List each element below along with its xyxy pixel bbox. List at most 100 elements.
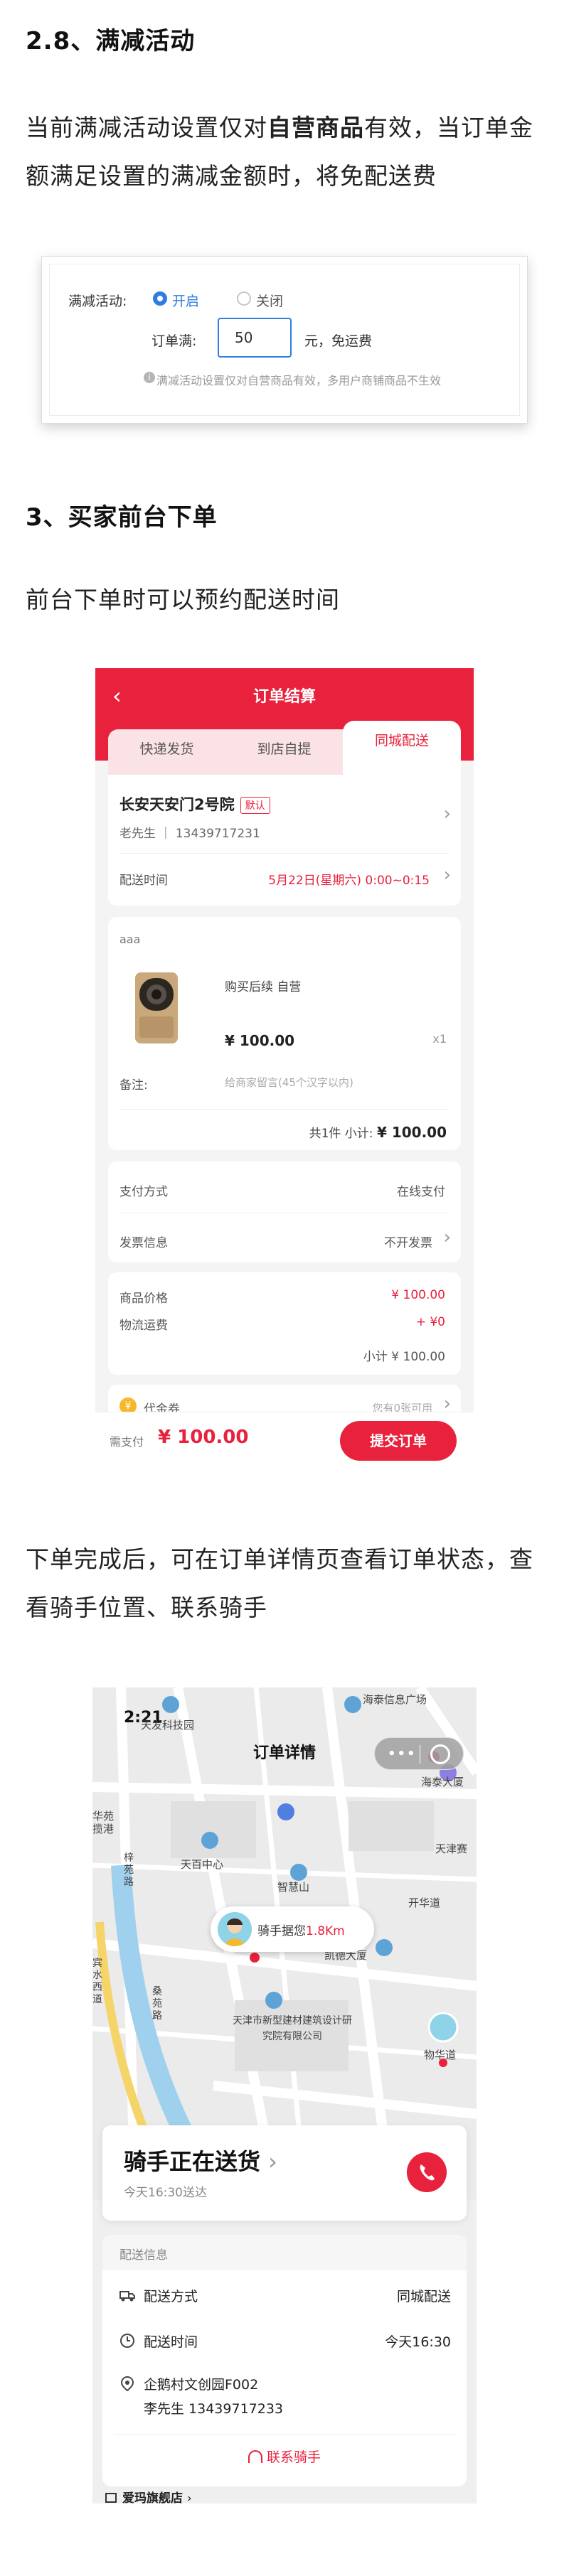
chevron-right-icon: ›: [443, 1227, 451, 1248]
delivery-address: 企鹅村文创园F002: [144, 2377, 259, 2393]
checkout-title: 订单结算: [252, 688, 316, 706]
contact-line: 老先生 ｜ 13439717231: [119, 827, 260, 841]
info-icon: i: [144, 372, 155, 383]
store-icon: [105, 2493, 117, 2503]
settings-panel: 满减活动: 开启 关闭 订单满: 50 元，免运费 i 满减活动设置仅对自营商品…: [49, 264, 520, 416]
section-title-buyer-order: 3、买家前台下单: [26, 503, 218, 532]
invoice-value[interactable]: 不开发票: [384, 1233, 432, 1250]
map-label: 宾水西道: [92, 1958, 102, 2005]
pay-amount: ¥ 100.00: [158, 1427, 249, 1448]
product-image[interactable]: [125, 967, 188, 1048]
default-tag: 默认: [240, 797, 270, 814]
headset-icon: [248, 2450, 262, 2463]
delivery-time-value[interactable]: 5月22日(星期六) 0:00~0:15: [268, 870, 430, 888]
radio-off[interactable]: [237, 291, 251, 306]
goods-price-label: 商品价格: [119, 1292, 168, 1306]
checkout-screenshot: ‹ 订单结算 快递发货 到店自提 同城配送 长安天安门2号院 默认 老先生 ｜ 1…: [95, 668, 474, 1469]
invoice-label: 发票信息: [119, 1236, 168, 1250]
delivery-method-label: 配送方式: [144, 2289, 198, 2304]
shop-link[interactable]: 爱玛旗舰店 ›: [105, 2488, 192, 2503]
shipping-label: 物流运费: [119, 1319, 168, 1333]
shipping-value: + ¥0: [415, 1315, 445, 1329]
map-label: 桑苑路: [152, 1986, 162, 2022]
delivery-info-card: 配送信息 配送方式 同城配送 配送时间 今天16:30 企鹅村文创园F002 李…: [102, 2235, 467, 2486]
location-pin-icon: [120, 2376, 134, 2391]
map-label: 物华道: [424, 2049, 457, 2061]
truck-icon: [119, 2291, 135, 2302]
payment-card: 支付方式 在线支付 发票信息 不开发票 ›: [108, 1161, 461, 1262]
delivery-method-value: 同城配送: [396, 2289, 451, 2304]
price-card: 商品价格 ¥ 100.00 物流运费 + ¥0 小计 ¥ 100.00: [108, 1272, 461, 1375]
clock-icon: [120, 2334, 134, 2348]
section-desc-full-reduction: 当前满减活动设置仅对自营商品有效，当订单金额满足设置的满减金额时，将免配送费: [26, 114, 533, 190]
amount-label: 订单满:: [151, 333, 197, 349]
pay-label: 需支付: [110, 1435, 144, 1449]
map-label: 海泰大厦: [421, 1776, 464, 1788]
product-name: 购买后续 自营: [225, 980, 302, 994]
subtotal: 小计 ¥ 100.00: [363, 1350, 445, 1364]
option-off-label[interactable]: 关闭: [256, 291, 283, 310]
activity-label: 满减活动:: [68, 294, 127, 309]
payment-label: 支付方式: [119, 1185, 168, 1199]
submit-order-button[interactable]: 提交订单: [340, 1421, 457, 1461]
rider-distance-bubble[interactable]: 骑手据您1.8Km: [211, 1906, 374, 1952]
section-title-full-reduction: 2.8、满减活动: [26, 27, 196, 55]
miniapp-capsule[interactable]: •••: [374, 1737, 464, 1770]
option-on-label[interactable]: 开启: [172, 291, 199, 310]
section-desc-order-detail: 下单完成后，可在订单详情页查看订单状态，查看骑手位置、联系骑手: [26, 1545, 533, 1621]
product-card: aaa 购买后续 自营 ¥ 100.00 x1 备注: 给商家留言(45个汉字以…: [108, 917, 461, 1150]
amount-input[interactable]: 50: [218, 318, 292, 358]
delivery-eta: 今天16:30送达: [124, 2186, 207, 2200]
delivery-tabs: 快递发货 到店自提 同城配送: [108, 721, 461, 775]
address-card[interactable]: 长安天安门2号院 默认 老先生 ｜ 13439717231 › 配送时间 5月22…: [108, 775, 461, 906]
divider: [114, 2434, 455, 2435]
radio-on[interactable]: [153, 291, 167, 306]
rider-avatar: [218, 1912, 252, 1946]
amount-unit: 元，免运费: [304, 333, 373, 349]
more-icon[interactable]: •••: [388, 1746, 417, 1761]
payment-value[interactable]: 在线支付: [397, 1181, 445, 1199]
divider: [119, 853, 450, 854]
map-label: 开华道: [408, 1896, 441, 1909]
info-card-header: 配送信息: [102, 2235, 467, 2270]
map-label: 梓苑路: [124, 1852, 134, 1888]
info-header-title: 配送信息: [119, 2248, 168, 2263]
delivery-status[interactable]: 骑手正在送货 ›: [124, 2144, 277, 2177]
delivery-time-value: 今天16:30: [385, 2334, 451, 2350]
close-miniapp-icon[interactable]: [430, 1744, 450, 1764]
tab-local-delivery[interactable]: 同城配送: [343, 721, 461, 775]
receiver-info: 李先生 13439717233: [144, 2401, 284, 2417]
remark-label: 备注:: [119, 1078, 148, 1093]
map-label: 智慧山: [277, 1881, 310, 1894]
tab-pickup[interactable]: 到店自提: [225, 729, 343, 775]
product-summary: 共1件 小计: ¥ 100.00: [309, 1124, 447, 1141]
divider: [119, 1109, 450, 1110]
store-name: aaa: [119, 933, 141, 946]
map-label: 天津赛: [435, 1842, 468, 1855]
full-reduction-settings-card: 满减活动: 开启 关闭 订单满: 50 元，免运费 i 满减活动设置仅对自营商品…: [41, 256, 528, 424]
map-label: 天发科技园: [141, 1719, 195, 1732]
map-label: 天津市新型建材建筑设计研究院有限公司: [233, 2015, 352, 2042]
checkout-bottom-bar: 需支付 ¥ 100.00 提交订单: [95, 1412, 474, 1469]
rider-distance: 骑手据您1.8Km: [257, 1924, 345, 1938]
product-qty: x1: [432, 1032, 447, 1046]
map-label: 天百中心: [181, 1858, 224, 1871]
chevron-right-icon: ›: [443, 803, 451, 825]
remark-input[interactable]: 给商家留言(45个汉字以内): [225, 1075, 353, 1090]
contact-rider-button[interactable]: 联系骑手: [102, 2447, 467, 2466]
address-line: 长安天安门2号院 默认: [119, 793, 270, 815]
product-price: ¥ 100.00: [225, 1032, 295, 1049]
map-label: 华苑揽港: [92, 1810, 115, 1835]
hint-text: 满减活动设置仅对自营商品有效，多用户商铺商品不生效: [156, 374, 442, 387]
delivery-time-label: 配送时间: [119, 874, 168, 888]
chevron-right-icon: ›: [443, 864, 451, 886]
goods-price: ¥ 100.00: [391, 1288, 445, 1302]
phone-icon[interactable]: [407, 2152, 447, 2192]
tab-express[interactable]: 快递发货: [108, 729, 225, 775]
delivery-status-card: 骑手正在送货 › 今天16:30送达: [102, 2125, 467, 2221]
article: 2.8、满减活动 当前满减活动设置仅对自营商品有效，当订单金额满足设置的满减金额…: [0, 0, 569, 2576]
delivery-time-label: 配送时间: [144, 2334, 198, 2350]
order-detail-screenshot: 2:21 订单详情 ••• 天发科技园 海泰信息广场 海泰大厦 华苑揽港 天百中…: [92, 1687, 477, 2503]
map-label: 海泰信息广场: [363, 1693, 427, 1706]
section-desc-buyer-order: 前台下单时可以预约配送时间: [26, 586, 340, 613]
